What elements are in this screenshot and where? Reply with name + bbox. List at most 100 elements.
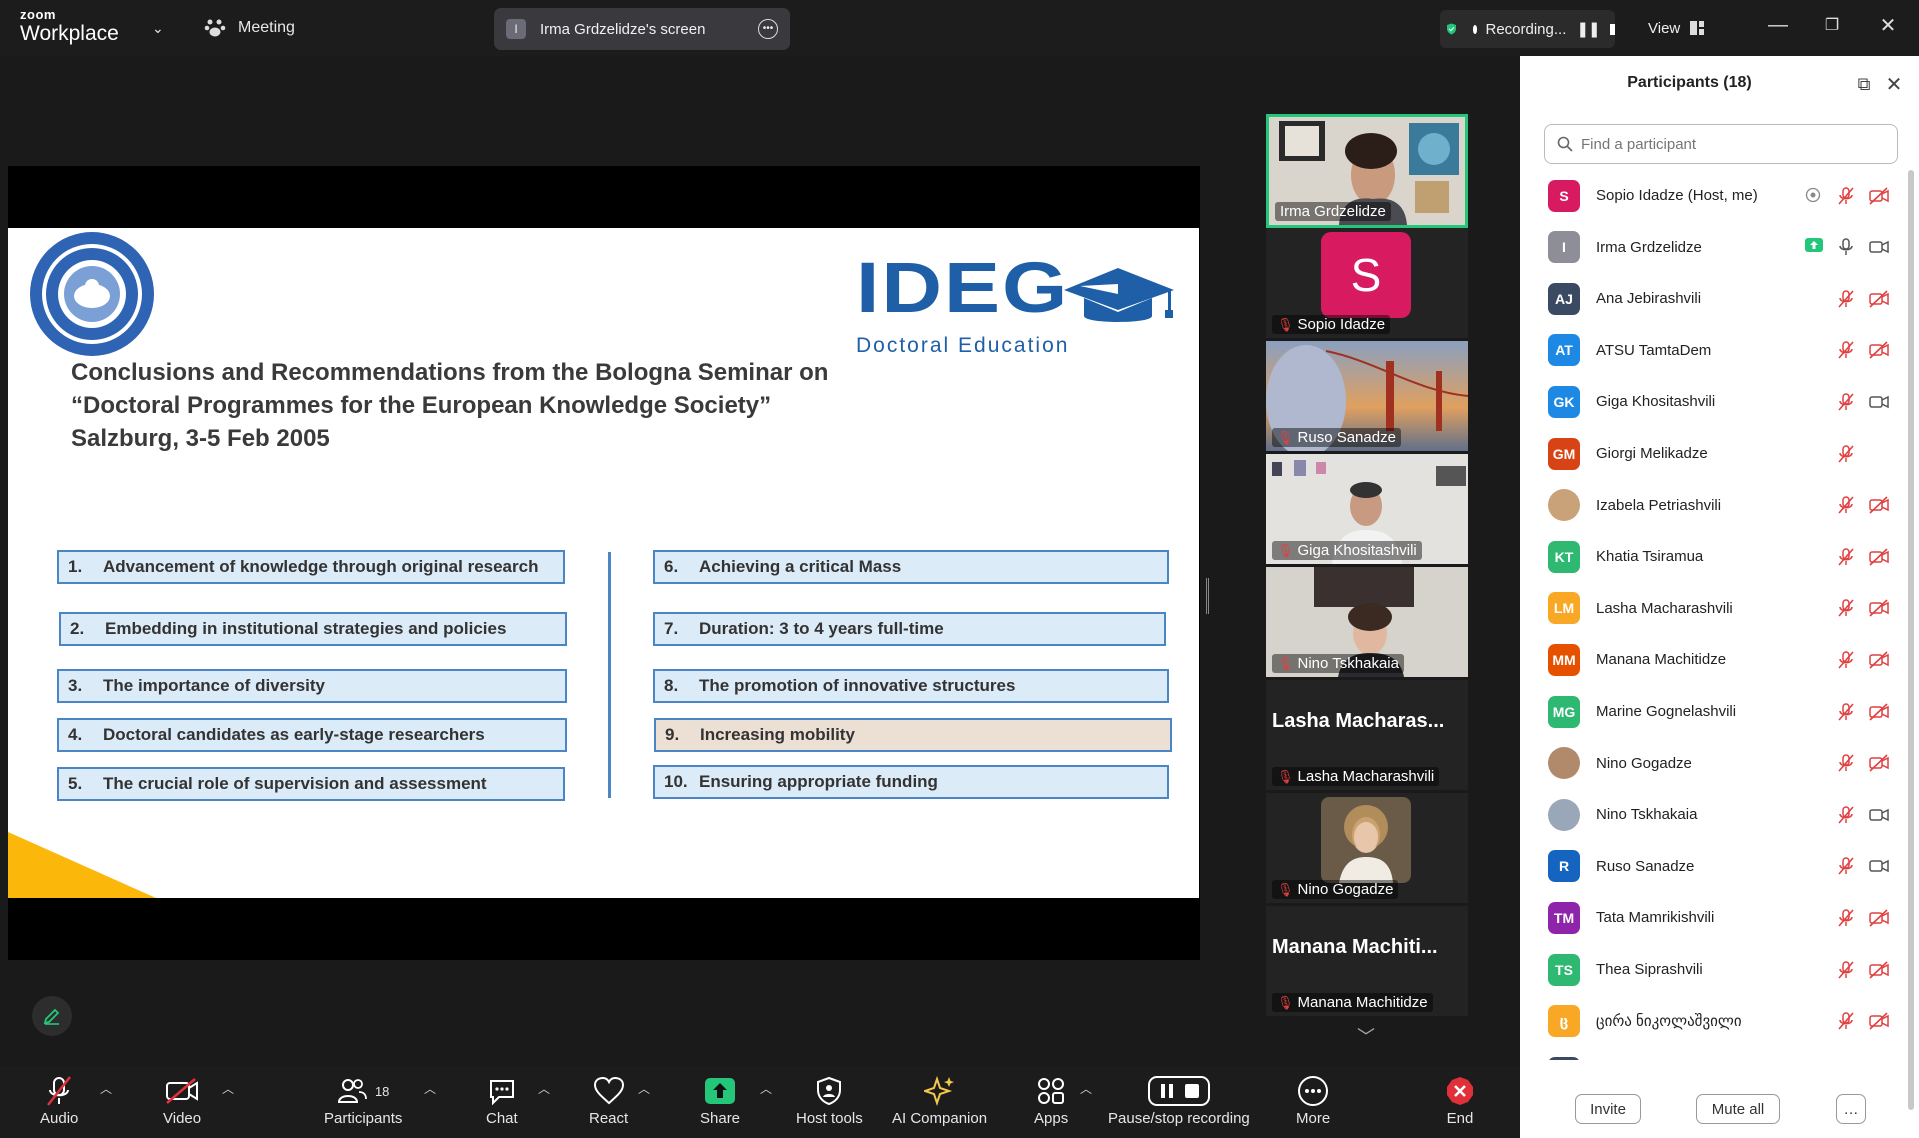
security-shield-icon[interactable] — [1446, 17, 1457, 41]
more-participant-options-button[interactable]: … — [1836, 1094, 1866, 1124]
video-button[interactable]: Video — [163, 1074, 201, 1127]
video-tile-ruso[interactable]: 🎙︎ Ruso Sanadze — [1266, 341, 1468, 451]
video-tile-nino-t[interactable]: 🎙︎ Nino Tskhakaia — [1266, 567, 1468, 677]
participants-options-caret-icon[interactable]: ︿ — [424, 1080, 436, 1097]
participant-row[interactable]: NPNino Popiashvili — [1520, 1047, 1919, 1060]
meeting-info-button[interactable]: Meeting — [204, 0, 295, 56]
camera-off-icon[interactable] — [1869, 496, 1889, 514]
camera-off-icon[interactable] — [1869, 754, 1889, 772]
participant-row[interactable]: ც ცირა ნიკოლაშვილი — [1520, 996, 1919, 1047]
participant-row[interactable]: TM Tata Mamrikishvili — [1520, 892, 1919, 943]
camera-off-icon[interactable] — [1869, 186, 1889, 205]
host-tools-button[interactable]: Host tools — [796, 1074, 863, 1127]
participant-row[interactable]: Nino Gogadze — [1520, 738, 1919, 789]
video-tile-manana[interactable]: Manana Machiti... 🎙︎ Manana Machitidze — [1266, 906, 1468, 1016]
participant-row[interactable]: Izabela Petriashvili — [1520, 480, 1919, 531]
participant-row[interactable]: AT ATSU TamtaDem — [1520, 325, 1919, 376]
camera-icon[interactable] — [1869, 238, 1889, 256]
participant-row[interactable]: KT Khatia Tsiramua — [1520, 531, 1919, 582]
camera-off-icon[interactable] — [1869, 909, 1889, 927]
mic-muted-icon[interactable] — [1837, 857, 1855, 875]
close-panel-icon[interactable]: ✕ — [1880, 70, 1908, 98]
react-options-caret-icon[interactable]: ︿ — [638, 1080, 650, 1097]
participant-search[interactable] — [1544, 124, 1898, 164]
invite-button[interactable]: Invite — [1575, 1094, 1641, 1124]
video-tile-irma[interactable]: Irma Grdzelidze — [1266, 114, 1468, 228]
mic-muted-icon[interactable] — [1837, 805, 1855, 824]
close-window-icon[interactable]: ✕ — [1868, 0, 1908, 50]
mic-muted-icon[interactable] — [1837, 702, 1855, 721]
camera-off-icon[interactable] — [1869, 960, 1889, 979]
participant-row[interactable]: TS Thea Siprashvili — [1520, 944, 1919, 995]
camera-icon[interactable] — [1869, 393, 1889, 411]
minimize-icon[interactable]: — — [1758, 0, 1798, 50]
participant-list-scrollbar[interactable] — [1908, 170, 1914, 1110]
react-button[interactable]: React — [589, 1074, 628, 1127]
mic-muted-icon[interactable] — [1837, 289, 1855, 308]
mic-muted-icon[interactable] — [1837, 1012, 1855, 1030]
camera-off-icon[interactable] — [1869, 651, 1889, 669]
mic-muted-icon[interactable] — [1837, 651, 1855, 669]
mute-all-button[interactable]: Mute all — [1696, 1094, 1780, 1124]
chat-button[interactable]: Chat — [486, 1074, 518, 1127]
camera-off-icon[interactable] — [1869, 702, 1889, 721]
mic-muted-icon[interactable] — [1837, 393, 1855, 411]
screen-share-pill[interactable]: I Irma Grdzelidze's screen ••• — [494, 8, 790, 50]
more-button[interactable]: More — [1296, 1074, 1330, 1127]
search-input[interactable] — [1581, 135, 1881, 153]
mic-muted-icon[interactable] — [1837, 599, 1855, 617]
end-meeting-button[interactable]: End — [1444, 1074, 1476, 1127]
camera-off-icon[interactable] — [1869, 599, 1889, 617]
ai-companion-button[interactable]: AI Companion — [892, 1074, 987, 1127]
mic-muted-icon[interactable] — [1837, 960, 1855, 979]
app-menu-chevron-icon[interactable]: ⌄ — [152, 0, 164, 56]
share-options-caret-icon[interactable]: ︿ — [760, 1080, 772, 1097]
video-options-caret-icon[interactable]: ︿ — [222, 1080, 234, 1097]
view-button[interactable]: View — [1648, 12, 1705, 44]
audio-button[interactable]: Audio — [40, 1074, 78, 1127]
participant-row[interactable]: AJ Ana Jebirashvili — [1520, 273, 1919, 324]
more-options-icon[interactable]: ••• — [758, 19, 778, 39]
apps-options-caret-icon[interactable]: ︿ — [1080, 1080, 1092, 1097]
camera-icon[interactable] — [1869, 857, 1889, 875]
participant-row[interactable]: MG Marine Gognelashvili — [1520, 686, 1919, 737]
mic-muted-icon[interactable] — [1837, 547, 1855, 566]
video-tile-nino-g[interactable]: 🎙︎ Nino Gogadze — [1266, 793, 1468, 903]
annotate-pen-button[interactable] — [32, 996, 72, 1036]
camera-off-icon[interactable] — [1869, 341, 1889, 359]
restore-icon[interactable]: ❐ — [1812, 0, 1852, 50]
mic-muted-icon[interactable] — [1837, 496, 1855, 514]
participant-row[interactable]: GK Giga Khositashvili — [1520, 376, 1919, 427]
camera-off-icon[interactable] — [1869, 290, 1889, 308]
chat-options-caret-icon[interactable]: ︿ — [538, 1080, 550, 1097]
video-tile-lasha[interactable]: Lasha Macharas... 🎙︎ Lasha Macharashvili — [1266, 680, 1468, 790]
audio-options-caret-icon[interactable]: ︿ — [100, 1080, 112, 1097]
camera-off-icon[interactable] — [1869, 1012, 1889, 1030]
mic-muted-icon[interactable] — [1837, 754, 1855, 772]
panel-splitter-handle[interactable] — [1206, 578, 1209, 614]
participant-row[interactable]: I Irma Grdzelidze — [1520, 222, 1919, 273]
participant-row[interactable]: MM Manana Machitidze — [1520, 634, 1919, 685]
mic-muted-icon[interactable] — [1837, 341, 1855, 359]
participants-button[interactable]: 18 Participants — [324, 1074, 402, 1127]
mic-muted-icon[interactable] — [1837, 186, 1855, 205]
participant-row[interactable]: GM Giorgi Melikadze — [1520, 428, 1919, 479]
participant-row[interactable]: Nino Tskhakaia — [1520, 789, 1919, 840]
share-button[interactable]: Share — [700, 1074, 740, 1127]
mic-icon[interactable] — [1837, 238, 1855, 256]
pop-out-icon[interactable]: ⧉ — [1850, 70, 1878, 98]
stop-recording-icon[interactable] — [1609, 23, 1615, 35]
participant-row[interactable]: S Sopio Idadze (Host, me) — [1520, 170, 1919, 221]
mic-muted-icon[interactable] — [1837, 909, 1855, 927]
scroll-down-chevron-icon[interactable]: ﹀ — [1318, 1018, 1414, 1054]
mic-muted-icon[interactable] — [1837, 444, 1855, 463]
video-tile-giga[interactable]: 🎙︎ Giga Khositashvili — [1266, 454, 1468, 564]
participant-row[interactable]: LM Lasha Macharashvili — [1520, 583, 1919, 634]
apps-button[interactable]: Apps — [1034, 1074, 1068, 1127]
video-tile-sopio[interactable]: S 🎙︎ Sopio Idadze — [1266, 228, 1468, 338]
pause-recording-icon[interactable]: ❚❚ — [1576, 20, 1600, 38]
camera-icon[interactable] — [1869, 806, 1889, 824]
participant-row[interactable]: R Ruso Sanadze — [1520, 841, 1919, 892]
pause-stop-recording-button[interactable]: Pause/stop recording — [1108, 1074, 1250, 1127]
camera-off-icon[interactable] — [1869, 548, 1889, 566]
